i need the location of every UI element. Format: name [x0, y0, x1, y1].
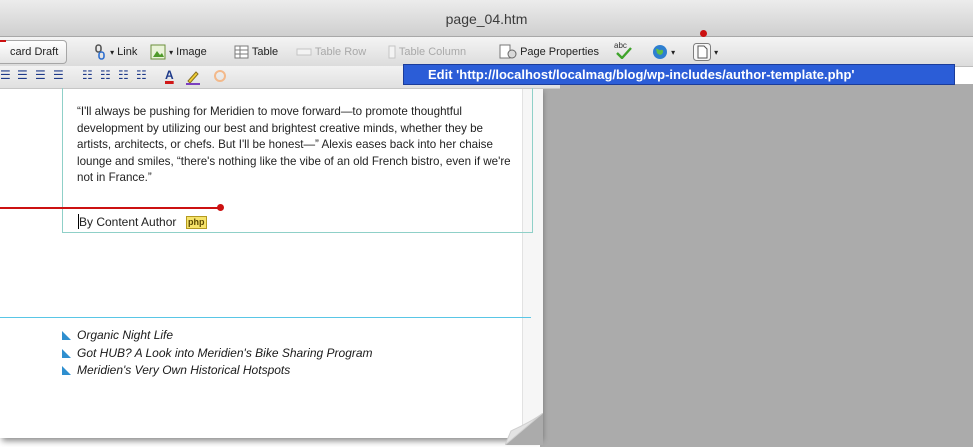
dropdown-arrow-icon: ▾: [110, 48, 115, 57]
callout-dot: [700, 30, 707, 37]
table-column-label: Table Column: [398, 46, 467, 58]
table-label: Table: [251, 46, 279, 58]
table-row-button[interactable]: Table Row: [296, 42, 366, 62]
table-row-icon: [296, 48, 312, 56]
align-right-icon[interactable]: ☰: [0, 68, 11, 82]
preview-in-browser-button[interactable]: ▾: [652, 42, 675, 62]
text-color-icon[interactable]: A: [165, 68, 174, 82]
table-button[interactable]: Table: [234, 42, 278, 62]
image-label: Image: [176, 46, 207, 58]
document-icon: [693, 43, 711, 62]
link-chain-icon: [95, 44, 105, 60]
document-canvas-background: [540, 84, 973, 447]
table-icon: [234, 45, 249, 59]
link-label: Link: [117, 46, 138, 58]
bullet-triangle-icon: [62, 366, 71, 375]
document-menu-button[interactable]: ▾: [693, 42, 718, 62]
callout-dot: [217, 204, 224, 211]
spell-check-icon: [616, 47, 632, 59]
window-titlebar: page_04.htm: [0, 0, 973, 37]
edit-include-tooltip[interactable]: Edit 'http://localhost/localmag/blog/wp-…: [403, 64, 955, 85]
globe-icon: [653, 45, 667, 60]
related-link-item[interactable]: Meridien's Very Own Historical Hotspots: [62, 363, 290, 377]
window-title: page_04.htm: [445, 11, 528, 27]
page-properties-label: Page Properties: [520, 46, 599, 58]
image-button[interactable]: ▾ Image: [150, 42, 207, 62]
indent-icon[interactable]: ☷: [136, 68, 147, 82]
align-center-icon[interactable]: ☰: [17, 68, 28, 82]
numbered-list-icon[interactable]: ☷: [100, 68, 111, 82]
bullet-triangle-icon: [62, 331, 71, 340]
dropdown-arrow-icon: ▾: [671, 48, 676, 57]
clear-formatting-icon[interactable]: [213, 69, 227, 83]
related-link-item[interactable]: Got HUB? A Look into Meridien's Bike Sha…: [62, 346, 373, 360]
main-toolbar: card Draft ▾ Link ▾ Image Table Table Ro…: [0, 37, 973, 67]
related-link-item[interactable]: Organic Night Life: [62, 328, 173, 342]
discard-draft-button[interactable]: card Draft: [0, 40, 68, 64]
callout-line: [0, 207, 221, 209]
page-properties-icon: [499, 44, 517, 59]
quote-paragraph: “I'll always be pushing for Meridien to …: [77, 105, 511, 185]
align-left-icon[interactable]: ☰: [35, 68, 46, 82]
align-justify-icon[interactable]: ☰: [53, 68, 64, 82]
link-button[interactable]: ▾ Link: [93, 42, 137, 62]
bulleted-list-icon[interactable]: ☷: [82, 68, 93, 82]
outdent-icon[interactable]: ☷: [118, 68, 129, 82]
section-divider: [0, 317, 531, 318]
table-column-icon: [388, 45, 396, 59]
page-properties-button[interactable]: Page Properties: [499, 42, 599, 62]
callout-line: [0, 40, 6, 42]
php-badge[interactable]: php: [186, 216, 207, 229]
table-column-button[interactable]: Table Column: [388, 42, 466, 62]
byline-text: By Content Author: [79, 215, 177, 229]
page-curl-graphic: [505, 413, 543, 445]
highlight-pen-icon[interactable]: [185, 69, 201, 85]
dropdown-arrow-icon: ▾: [169, 48, 174, 57]
bullet-triangle-icon: [62, 349, 71, 358]
table-row-label: Table Row: [314, 46, 367, 58]
image-icon: [150, 44, 166, 60]
dropdown-arrow-icon: ▾: [714, 48, 719, 57]
